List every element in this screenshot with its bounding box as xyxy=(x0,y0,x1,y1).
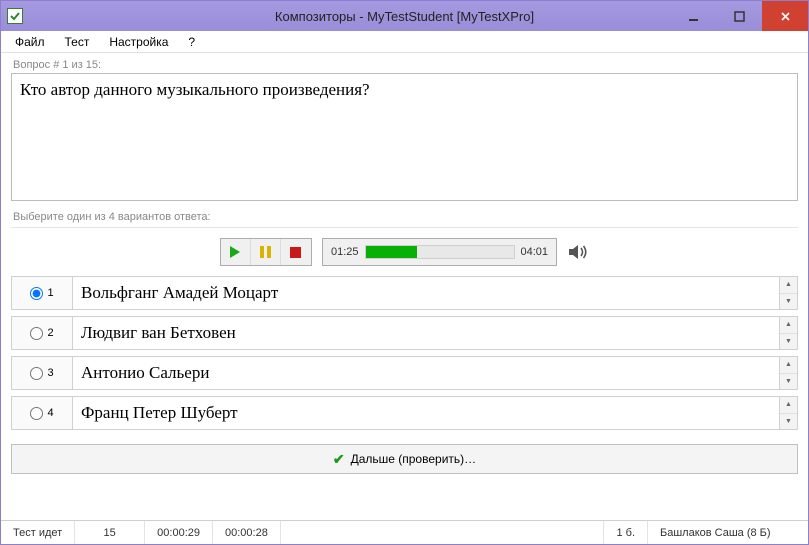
menu-settings[interactable]: Настройка xyxy=(99,33,178,51)
answer-text: Антонио Сальери xyxy=(73,356,780,390)
question-text: Кто автор данного музыкального произведе… xyxy=(11,73,798,201)
maximize-button[interactable] xyxy=(716,1,762,31)
answer-number: 3 xyxy=(47,367,53,379)
pause-button[interactable] xyxy=(251,239,281,265)
answer-radio[interactable] xyxy=(30,407,43,420)
menu-help[interactable]: ? xyxy=(178,33,205,51)
answer-radio-cell[interactable]: 1 xyxy=(11,276,73,310)
spin-down-icon[interactable]: ▼ xyxy=(780,374,797,390)
menu-test[interactable]: Тест xyxy=(55,33,100,51)
spin-up-icon[interactable]: ▲ xyxy=(780,397,797,414)
play-button[interactable] xyxy=(221,239,251,265)
spin-up-icon[interactable]: ▲ xyxy=(780,317,797,334)
answer-radio[interactable] xyxy=(30,327,43,340)
progress-bar[interactable] xyxy=(365,245,515,259)
spin-down-icon[interactable]: ▼ xyxy=(780,414,797,430)
answer-radio[interactable] xyxy=(30,287,43,300)
spin-down-icon[interactable]: ▼ xyxy=(780,294,797,310)
status-time-elapsed: 00:00:29 xyxy=(145,521,213,544)
statusbar: Тест идет 15 00:00:29 00:00:28 1 б. Башл… xyxy=(1,520,808,544)
answer-text: Людвиг ван Бетховен xyxy=(73,316,780,350)
answer-number: 1 xyxy=(47,287,53,299)
time-current: 01:25 xyxy=(331,246,359,258)
stop-button[interactable] xyxy=(281,239,311,265)
answer-text: Вольфганг Амадей Моцарт xyxy=(73,276,780,310)
answer-row: 3 Антонио Сальери▲▼ xyxy=(11,356,798,390)
answer-row: 1 Вольфганг Амадей Моцарт▲▼ xyxy=(11,276,798,310)
next-button[interactable]: ✔ Дальше (проверить)… xyxy=(11,444,798,474)
next-button-label: Дальше (проверить)… xyxy=(351,452,477,466)
volume-icon[interactable] xyxy=(567,243,589,261)
spin-down-icon[interactable]: ▼ xyxy=(780,334,797,350)
answer-spinner: ▲▼ xyxy=(780,396,798,430)
time-total: 04:01 xyxy=(521,246,549,258)
app-icon xyxy=(7,8,23,24)
status-running: Тест идет xyxy=(1,521,75,544)
answer-radio[interactable] xyxy=(30,367,43,380)
answers-list: 1Вольфганг Амадей Моцарт▲▼2Людвиг ван Бе… xyxy=(11,276,798,438)
status-total-questions: 15 xyxy=(75,521,145,544)
answer-text: Франц Петер Шуберт xyxy=(73,396,780,430)
menubar: Файл Тест Настройка ? xyxy=(1,31,808,53)
status-user: Башлаков Саша (8 Б) xyxy=(648,521,808,544)
close-button[interactable] xyxy=(762,1,808,31)
spin-up-icon[interactable]: ▲ xyxy=(780,357,797,374)
answer-row: 4 Франц Петер Шуберт▲▼ xyxy=(11,396,798,430)
answer-row: 2 Людвиг ван Бетховен▲▼ xyxy=(11,316,798,350)
answer-number: 2 xyxy=(47,327,53,339)
answer-radio-cell[interactable]: 4 xyxy=(11,396,73,430)
question-counter: Вопрос # 1 из 15: xyxy=(11,53,798,73)
status-score: 1 б. xyxy=(604,521,648,544)
titlebar[interactable]: Композиторы - MyTestStudent [MyTestXPro] xyxy=(1,1,808,31)
minimize-button[interactable] xyxy=(670,1,716,31)
progress-fill xyxy=(366,246,418,258)
audio-player: 01:25 04:01 xyxy=(11,234,798,276)
answer-radio-cell[interactable]: 2 xyxy=(11,316,73,350)
status-time-question: 00:00:28 xyxy=(213,521,281,544)
answer-number: 4 xyxy=(47,407,53,419)
answer-spinner: ▲▼ xyxy=(780,276,798,310)
answer-spinner: ▲▼ xyxy=(780,356,798,390)
check-icon: ✔ xyxy=(333,451,345,468)
spin-up-icon[interactable]: ▲ xyxy=(780,277,797,294)
menu-file[interactable]: Файл xyxy=(5,33,55,51)
answer-instruction: Выберите один из 4 вариантов ответа: xyxy=(11,201,798,228)
answer-radio-cell[interactable]: 3 xyxy=(11,356,73,390)
answer-spinner: ▲▼ xyxy=(780,316,798,350)
